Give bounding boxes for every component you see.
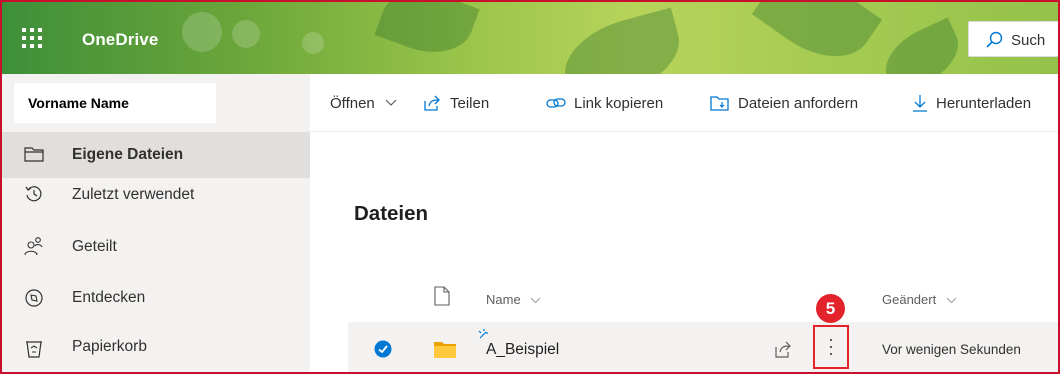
column-header-name[interactable]: Name [486, 292, 541, 307]
nav-item-discover[interactable]: Entdecken [2, 276, 310, 322]
app-launcher-icon[interactable] [22, 28, 44, 48]
header-decoration [751, 2, 883, 74]
column-header-modified[interactable]: Geändert [882, 292, 957, 307]
nav-item-recent[interactable]: Zuletzt verwendet [2, 180, 310, 226]
header-decoration [232, 20, 260, 48]
download-label: Herunterladen [936, 94, 1032, 112]
nav-item-shared[interactable]: Geteilt [2, 228, 310, 274]
header-decoration [875, 17, 969, 74]
nav-item-my-files[interactable]: Eigene Dateien [2, 132, 310, 178]
nav-item-label: Papierkorb [72, 338, 147, 355]
recent-icon [25, 186, 42, 202]
more-dot [830, 339, 832, 341]
share-icon[interactable] [775, 340, 793, 358]
discover-icon [25, 289, 43, 307]
share-label: Teilen [450, 94, 490, 112]
page-title: Dateien [354, 202, 429, 225]
chevron-down-icon [946, 297, 957, 304]
checkmark-circle-icon[interactable] [374, 340, 392, 358]
link-icon [546, 98, 566, 108]
share-button[interactable]: Teilen [424, 74, 489, 132]
file-name-link[interactable]: A_Beispiel [486, 341, 559, 359]
folder-icon [24, 147, 44, 162]
nav-item-label: Geteilt [72, 238, 117, 255]
request-files-icon [710, 96, 729, 111]
open-label: Öffnen [330, 94, 375, 112]
app-title[interactable]: OneDrive [82, 30, 158, 50]
search-placeholder: Such [1011, 32, 1046, 49]
download-button[interactable]: Herunterladen [912, 74, 1031, 132]
search-icon [986, 31, 1003, 48]
step-number-badge: 5 [816, 294, 845, 323]
user-name: Vorname Name [14, 83, 216, 123]
new-item-icon [478, 329, 488, 339]
nav-item-recycle-bin[interactable]: Papierkorb [2, 324, 310, 370]
modified-date: Vor wenigen Sekunden [882, 342, 1021, 357]
recycle-bin-icon [26, 341, 42, 358]
copy-link-button[interactable]: Link kopieren [546, 74, 663, 132]
nav-item-label: Zuletzt verwendet [72, 186, 195, 203]
nav-item-label: Eigene Dateien [72, 146, 184, 163]
open-button[interactable]: Öffnen [330, 74, 397, 132]
suite-header: OneDrive Such [2, 2, 1058, 74]
column-header-name-label: Name [486, 292, 521, 307]
file-type-icon[interactable] [434, 286, 450, 306]
more-actions-button[interactable] [813, 325, 849, 369]
chevron-down-icon [385, 99, 397, 106]
column-header-modified-label: Geändert [882, 292, 937, 307]
folder-icon [434, 342, 456, 358]
share-icon [424, 95, 440, 111]
request-files-button[interactable]: Dateien anfordern [710, 74, 858, 132]
shared-icon [24, 237, 43, 256]
user-area: Vorname Name [2, 74, 310, 132]
command-bar: Öffnen Teilen Link kopieren Dateien anfo… [310, 74, 1058, 132]
header-decoration [554, 7, 690, 74]
header-decoration [182, 12, 222, 52]
chevron-down-icon [530, 297, 541, 304]
header-decoration [302, 32, 324, 54]
nav-item-label: Entdecken [72, 289, 146, 306]
more-dot [830, 353, 832, 355]
copy-link-label: Link kopieren [574, 94, 664, 112]
left-navigation: Eigene Dateien Zuletzt verwendet Geteilt [2, 132, 310, 372]
search-input[interactable]: Such [968, 21, 1058, 57]
header-decoration [374, 2, 480, 66]
more-dot [830, 346, 832, 348]
download-icon [913, 95, 927, 112]
request-files-label: Dateien anfordern [738, 94, 859, 112]
window-frame: OneDrive Such Vorname Name Öffnen Teilen [0, 0, 1060, 374]
